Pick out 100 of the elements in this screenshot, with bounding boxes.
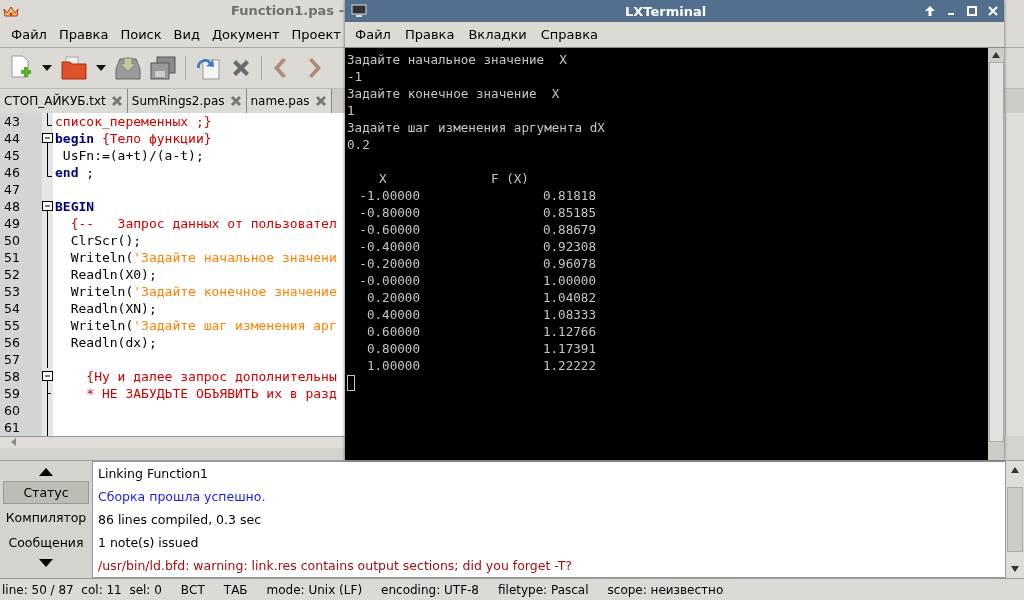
menu-item[interactable]: Вид	[173, 26, 200, 42]
panel-tab[interactable]: Сообщения	[3, 530, 89, 554]
table-cell-text: 1.17391	[541, 340, 596, 357]
terminal-line: 0.2	[347, 136, 371, 153]
table-cell-text: -0.60000	[358, 221, 420, 238]
status-text: scope: неизвестно	[607, 582, 724, 597]
terminal-line: 1	[347, 102, 356, 119]
table-cell-text: 0.80000	[365, 340, 420, 357]
close-icon[interactable]	[110, 94, 123, 107]
save-all-icon[interactable]	[150, 55, 176, 80]
code-line: Writeln('Задайте конечное значение	[69, 282, 337, 300]
menu-item[interactable]: Файл	[355, 27, 391, 42]
column-header: F (X)	[490, 170, 530, 187]
code-line: * НЕ ЗАБУДЬТЕ ОБЪЯВИТЬ их в разд	[85, 384, 337, 402]
table-cell-text: 1.00000	[365, 357, 420, 374]
code-line: Readln(XN);	[69, 299, 157, 317]
code-line: Readln(dx);	[69, 333, 157, 351]
table-cell-text: 0.92308	[541, 238, 596, 255]
window-title: Function1.pas -	[231, 3, 345, 19]
menu-item[interactable]: Правка	[58, 26, 109, 42]
panel-tab[interactable]: Компилятор	[3, 505, 89, 529]
code-line: Readln(X0);	[69, 265, 157, 283]
terminal-line: Задайте конечное значение X	[347, 85, 561, 102]
table-cell-text: 0.81818	[541, 187, 596, 204]
line-number: 50	[3, 231, 21, 249]
terminal-line: Задайте начальное значение X	[347, 51, 568, 68]
line-number: 54	[3, 299, 21, 317]
menu-item[interactable]: Справка	[540, 27, 599, 42]
line-number: 58	[3, 367, 21, 385]
line-number: 52	[3, 265, 21, 283]
line-number: 60	[3, 401, 21, 419]
table-cell-text: 0.60000	[365, 323, 420, 340]
menu-item[interactable]: Документ	[211, 26, 280, 42]
save-icon[interactable]	[115, 55, 141, 80]
code-line: ClrScr();	[69, 231, 142, 249]
table-cell-text: -0.20000	[358, 255, 420, 272]
line-number: 56	[3, 333, 21, 351]
code-line: begin {Тело функции}	[55, 129, 212, 147]
status-text: filetype: Pascal	[498, 582, 589, 597]
table-cell-text: -0.80000	[358, 204, 420, 221]
arrow-up-icon[interactable]	[925, 6, 935, 16]
line-number: 43	[3, 112, 21, 130]
down-arrow-icon[interactable]	[1011, 566, 1019, 573]
table-cell-text: 1.12766	[541, 323, 596, 340]
table-cell-text: 1.22222	[541, 357, 596, 374]
line-number: 55	[3, 316, 21, 334]
table-cell-text: 1.08333	[541, 306, 596, 323]
panel-tab[interactable]: Статус	[3, 480, 89, 504]
file-tab[interactable]: SumRings2.pas	[127, 88, 247, 113]
down-arrow-icon[interactable]	[39, 558, 53, 567]
menu-item[interactable]: Вкладки	[468, 27, 527, 42]
code-line: {Ну и далее запрос дополнительны	[85, 367, 337, 385]
left-arrow-icon[interactable]	[10, 438, 18, 447]
up-arrow-icon[interactable]	[992, 52, 1000, 58]
line-number: 59	[3, 384, 21, 402]
line-number: 51	[3, 248, 21, 266]
status-text: ТАБ	[223, 582, 248, 597]
menu-item[interactable]: Правка	[404, 27, 455, 42]
line-number: 57	[3, 350, 21, 368]
terminal-line: -1	[347, 68, 364, 85]
close-icon[interactable]	[988, 6, 998, 16]
code-line: end ;	[55, 163, 95, 181]
code-line: BEGIN	[55, 197, 95, 215]
scrollbar[interactable]	[1005, 112, 1024, 436]
status-text: mode: Unix (LF)	[266, 582, 363, 597]
code-line: {-- Запрос данных от пользовател	[69, 214, 337, 232]
up-arrow-icon[interactable]	[1011, 466, 1019, 473]
table-cell-text: 0.20000	[365, 289, 420, 306]
table-cell-text: 1.00000	[541, 272, 596, 289]
line-number: 49	[3, 214, 21, 232]
code-line: Writeln('Задайте шаг изменения арг	[69, 316, 337, 334]
table-cell-text: 1.04082	[541, 289, 596, 306]
code-line: UsFn:=(a+t)/(a-t);	[61, 146, 204, 164]
caret-icon[interactable]	[42, 64, 52, 71]
line-number: 48	[3, 197, 21, 215]
close-icon[interactable]	[229, 94, 242, 107]
status-text: encoding: UTF-8	[381, 582, 479, 597]
message-line: Linking Function1	[97, 464, 210, 483]
file-tab[interactable]: СТОП_АЙКУБ.txt	[0, 88, 128, 113]
table-cell-text: -1.00000	[358, 187, 420, 204]
scrollbar[interactable]	[988, 48, 1004, 460]
line-number: 61	[3, 418, 21, 436]
line-number: 47	[3, 180, 21, 198]
menu-item[interactable]: Поиск	[120, 26, 162, 42]
menu-item[interactable]: Файл	[11, 26, 47, 42]
table-cell-text: 0.40000	[365, 306, 420, 323]
caret-icon[interactable]	[96, 64, 106, 71]
maximize-icon[interactable]	[967, 6, 977, 16]
up-arrow-icon[interactable]	[39, 467, 53, 476]
code-line: Writeln('Задайте начальное значени	[69, 248, 337, 266]
new-file-icon[interactable]	[9, 54, 33, 81]
terminal-line: Задайте шаг изменения аргумента dX	[347, 119, 606, 136]
close-icon[interactable]	[314, 94, 327, 107]
scrollbar[interactable]	[1006, 460, 1024, 579]
code-line: список_переменных ;}	[55, 112, 212, 130]
window-title: LXTerminal	[625, 3, 708, 19]
text-cursor	[347, 375, 355, 391]
table-cell-text: 0.85185	[541, 204, 596, 221]
folder-icon[interactable]	[61, 55, 87, 80]
menu-item[interactable]: Проект	[291, 26, 341, 42]
